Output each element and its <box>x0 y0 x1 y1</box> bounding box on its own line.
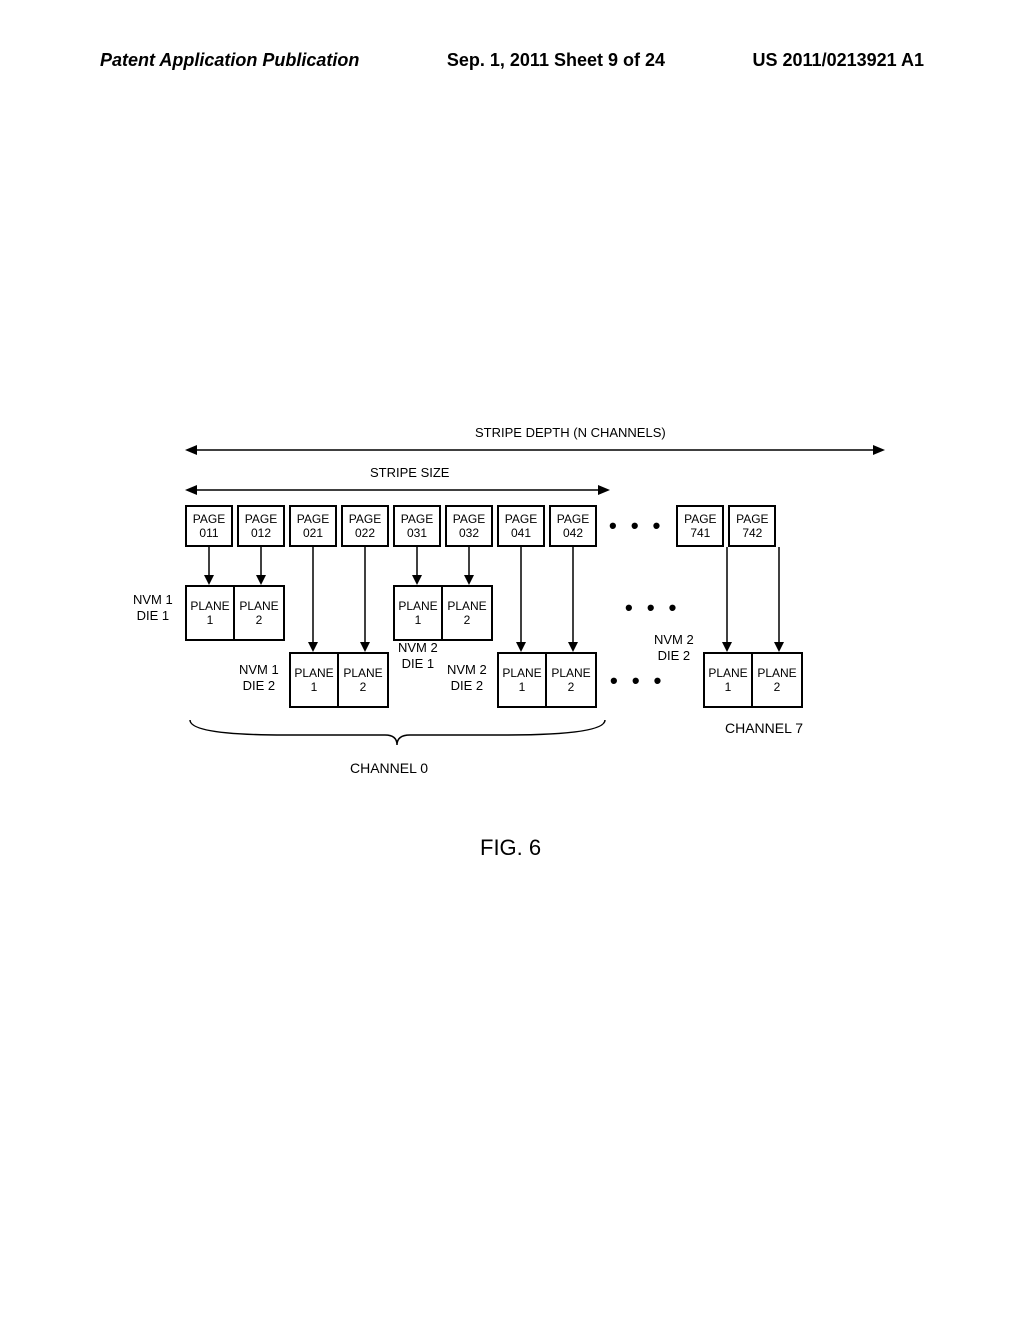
plane-1-box: PLANE 1 <box>395 587 443 639</box>
nvm2-die1-planes: PLANE 1 PLANE 2 <box>393 585 493 641</box>
plane-1-box: PLANE 1 <box>705 654 753 706</box>
channel-7-label: CHANNEL 7 <box>725 720 803 736</box>
plane-2-box: PLANE 2 <box>339 654 387 706</box>
plane-2-box: PLANE 2 <box>547 654 595 706</box>
nvm1-die2-label: NVM 1 DIE 2 <box>239 662 279 693</box>
page-box-011: PAGE 011 <box>185 505 233 547</box>
plane-1-box: PLANE 1 <box>499 654 547 706</box>
plane-1-box: PLANE 1 <box>187 587 235 639</box>
page-box-041: PAGE 041 <box>497 505 545 547</box>
page-box-032: PAGE 032 <box>445 505 493 547</box>
stripe-depth-label: STRIPE DEPTH (N CHANNELS) <box>475 425 666 440</box>
page-box-022: PAGE 022 <box>341 505 389 547</box>
nvm2-die2-label: NVM 2 DIE 2 <box>447 662 487 693</box>
page-box-021: PAGE 021 <box>289 505 337 547</box>
nvm2-die1-label: NVM 2 DIE 1 <box>398 640 438 671</box>
plane-1-box: PLANE 1 <box>291 654 339 706</box>
plane-2-box: PLANE 2 <box>443 587 491 639</box>
header-center: Sep. 1, 2011 Sheet 9 of 24 <box>447 50 665 71</box>
page-box-012: PAGE 012 <box>237 505 285 547</box>
header-left: Patent Application Publication <box>100 50 359 71</box>
ellipsis-icon: • • • <box>601 505 672 547</box>
header-right: US 2011/0213921 A1 <box>753 50 924 71</box>
stripe-size-label: STRIPE SIZE <box>370 465 449 480</box>
channel-0-label: CHANNEL 0 <box>350 760 428 776</box>
nvm2-die2-planes: PLANE 1 PLANE 2 <box>497 652 597 708</box>
plane-2-box: PLANE 2 <box>235 587 283 639</box>
nvm2-die2-tail-label: NVM 2 DIE 2 <box>654 632 694 663</box>
page-box-741: PAGE 741 <box>676 505 724 547</box>
tail-planes: PLANE 1 PLANE 2 <box>703 652 803 708</box>
channel-0-brace-icon <box>185 720 610 750</box>
figure-label: FIG. 6 <box>480 835 541 861</box>
page-row: PAGE 011 PAGE 012 PAGE 021 PAGE 022 PAGE… <box>185 505 776 547</box>
page-box-042: PAGE 042 <box>549 505 597 547</box>
nvm1-die2-planes: PLANE 1 PLANE 2 <box>289 652 389 708</box>
stripe-depth-arrow-icon <box>185 445 885 455</box>
page-box-031: PAGE 031 <box>393 505 441 547</box>
nvm1-die1-label: NVM 1 DIE 1 <box>133 592 173 623</box>
plane-2-box: PLANE 2 <box>753 654 801 706</box>
ellipsis-icon: • • • <box>625 595 680 621</box>
page-header: Patent Application Publication Sep. 1, 2… <box>0 50 1024 71</box>
page-box-742: PAGE 742 <box>728 505 776 547</box>
ellipsis-icon: • • • <box>610 668 665 694</box>
nvm1-die1-planes: PLANE 1 PLANE 2 <box>185 585 285 641</box>
stripe-size-arrow-icon <box>185 485 610 495</box>
